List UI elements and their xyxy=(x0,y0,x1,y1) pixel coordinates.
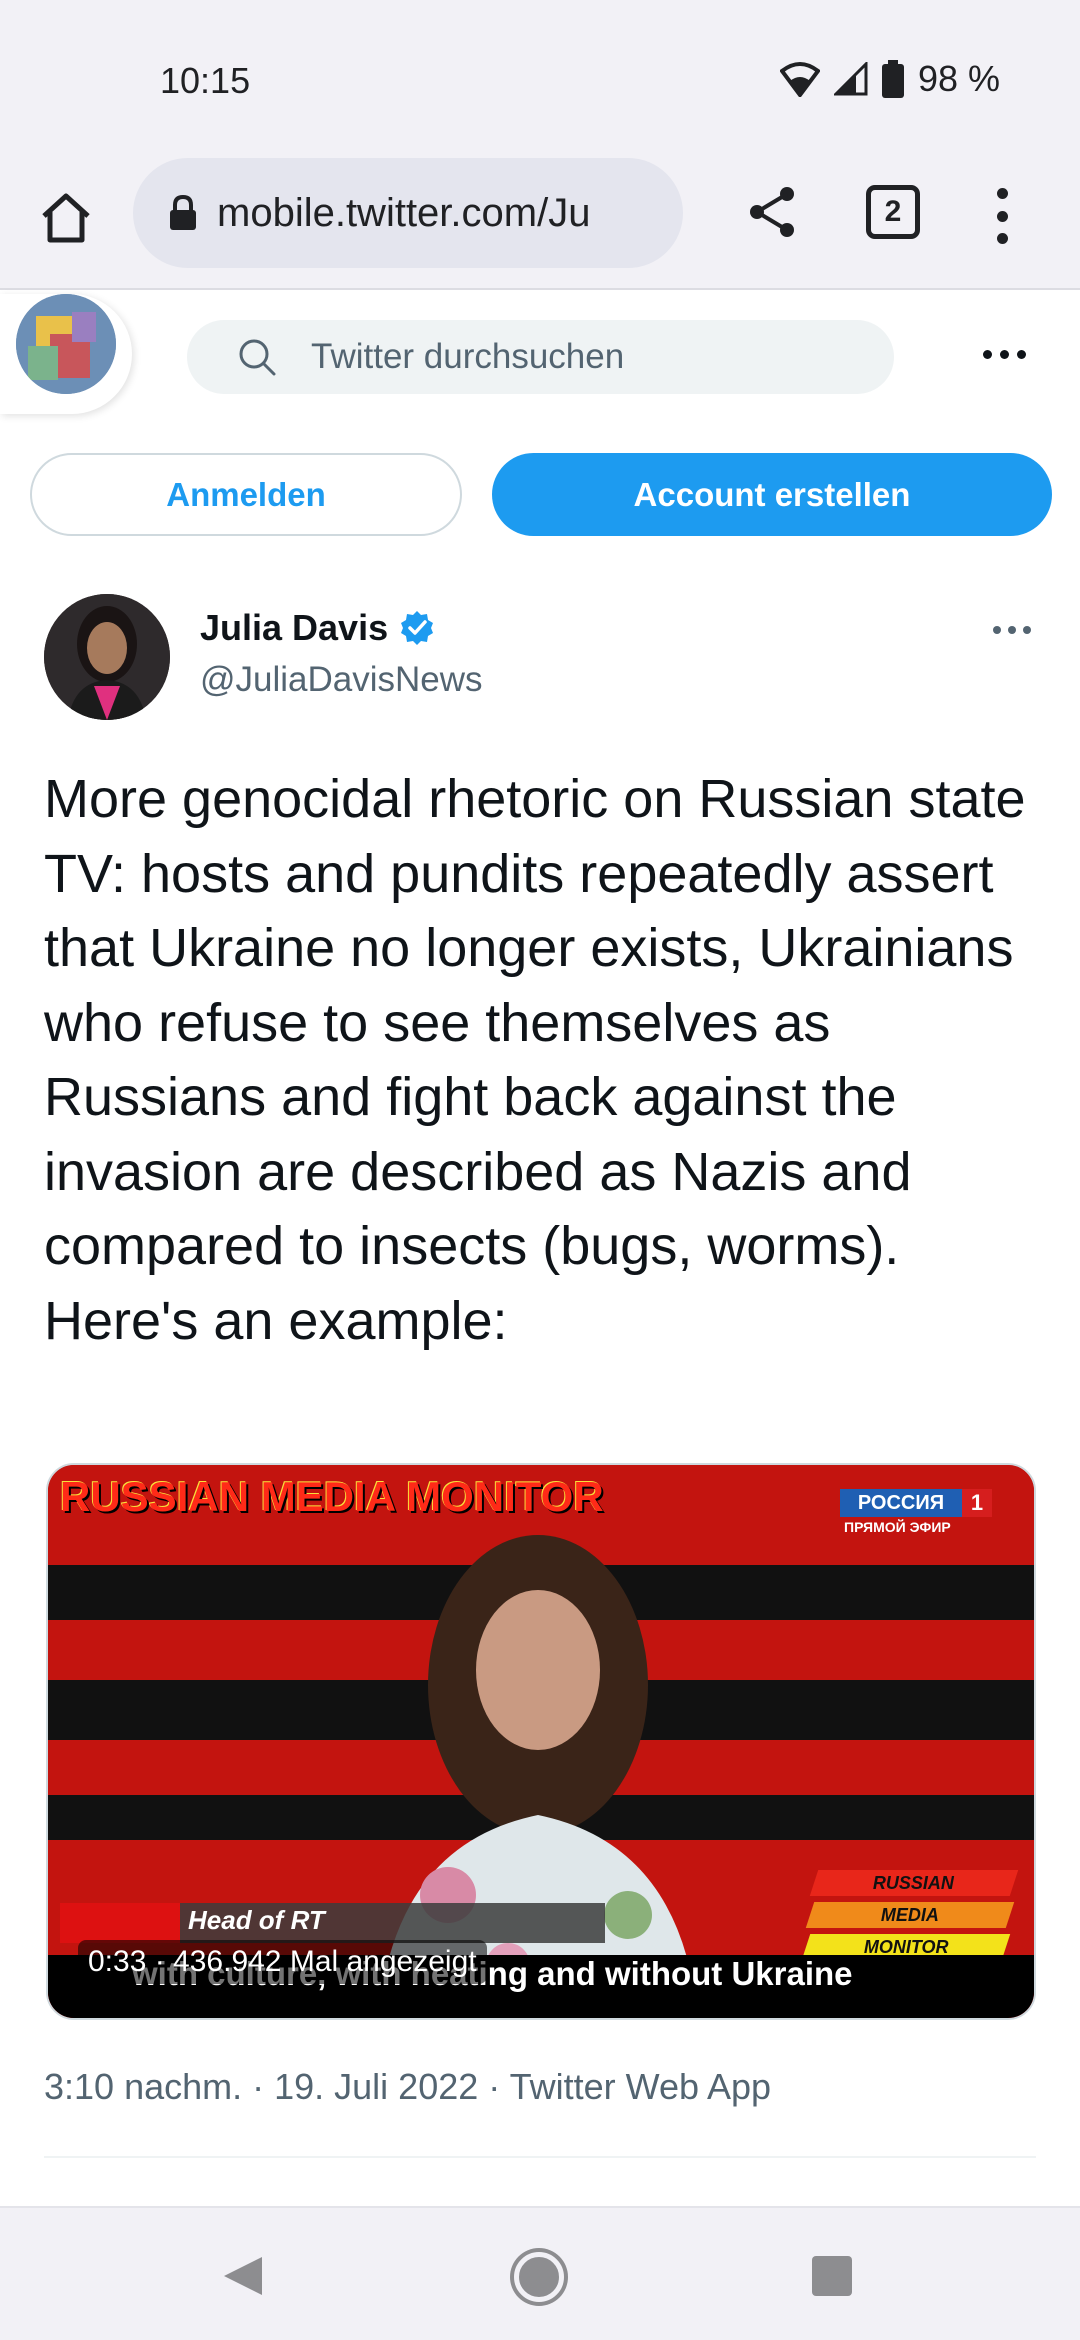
video-duration-views: 0:33 · 436.942 Mal angezeigt xyxy=(78,1940,487,1984)
home-button[interactable] xyxy=(36,188,96,248)
overflow-menu-icon[interactable] xyxy=(990,188,1014,244)
tweet-timestamp[interactable]: 3:10 nachm. · 19. Juli 2022 · Twitter We… xyxy=(44,2066,771,2108)
author-name[interactable]: Julia Davis xyxy=(200,607,436,649)
share-button[interactable] xyxy=(745,184,801,240)
battery-icon xyxy=(881,60,904,98)
status-icons: 98 % xyxy=(779,58,1000,100)
tweet-text: More genocidal rhetoric on Russian state… xyxy=(44,769,1026,1351)
badge-line-2: MEDIA xyxy=(881,1904,939,1925)
search-icon xyxy=(239,339,276,376)
tabs-count: 2 xyxy=(884,195,902,228)
url-text: mobile.twitter.com/Ju xyxy=(217,190,591,235)
more-options-icon[interactable] xyxy=(983,350,1026,359)
lower-third-text: Head of RT xyxy=(188,1905,325,1935)
url-bar[interactable]: mobile.twitter.com/Ju xyxy=(133,158,683,268)
badge-line-1: RUSSIAN xyxy=(873,1872,955,1893)
channel-number: 1 xyxy=(962,1489,992,1517)
recents-icon[interactable] xyxy=(812,2256,852,2296)
lower-third: Head of RT xyxy=(60,1903,605,1943)
lock-icon xyxy=(170,195,196,230)
login-button[interactable]: Anmelden xyxy=(30,453,462,536)
home-icon xyxy=(42,193,90,243)
channel-sub: ПРЯМОЙ ЭФИР xyxy=(844,1519,951,1535)
media-monitor-badge: RUSSIAN MEDIA MONITOR xyxy=(801,1870,1026,1960)
author-handle[interactable]: @JuliaDavisNews xyxy=(200,660,483,700)
divider xyxy=(44,2156,1036,2158)
tabs-button[interactable]: 2 xyxy=(866,185,920,239)
channel-name: РОССИЯ xyxy=(840,1489,962,1517)
video-overlay-title: RUSSIAN MEDIA MONITOR xyxy=(60,1473,604,1520)
system-nav-bar xyxy=(0,2206,1080,2340)
share-icon xyxy=(750,187,794,237)
status-bar: 10:15 98 % xyxy=(0,0,1080,150)
avatar[interactable] xyxy=(44,594,170,720)
browser-toolbar: mobile.twitter.com/Ju 2 xyxy=(0,150,1080,290)
search-placeholder: Twitter durchsuchen xyxy=(311,337,625,376)
tweet-more-icon[interactable] xyxy=(993,626,1031,634)
battery-percent: 98 % xyxy=(917,58,1000,99)
status-time: 10:15 xyxy=(160,60,251,101)
back-button[interactable] xyxy=(220,2253,266,2304)
logo-image xyxy=(16,294,116,394)
verified-badge-icon xyxy=(401,611,434,645)
search-input[interactable]: Twitter durchsuchen xyxy=(187,320,894,394)
signal-icon xyxy=(833,62,868,96)
site-logo[interactable] xyxy=(0,294,132,414)
home-nav-icon[interactable] xyxy=(514,2252,564,2302)
channel-logo: РОССИЯ 1 ПРЯМОЙ ЭФИР xyxy=(840,1489,1010,1541)
back-icon xyxy=(224,2257,262,2295)
tweet-video[interactable]: RUSSIAN MEDIA MONITOR РОССИЯ 1 ПРЯМОЙ ЭФ… xyxy=(46,1463,1036,2020)
twitter-header: Twitter durchsuchen xyxy=(0,292,1080,422)
wifi-icon xyxy=(779,62,820,97)
author-name-text: Julia Davis xyxy=(200,607,389,648)
signup-button[interactable]: Account erstellen xyxy=(492,453,1052,536)
